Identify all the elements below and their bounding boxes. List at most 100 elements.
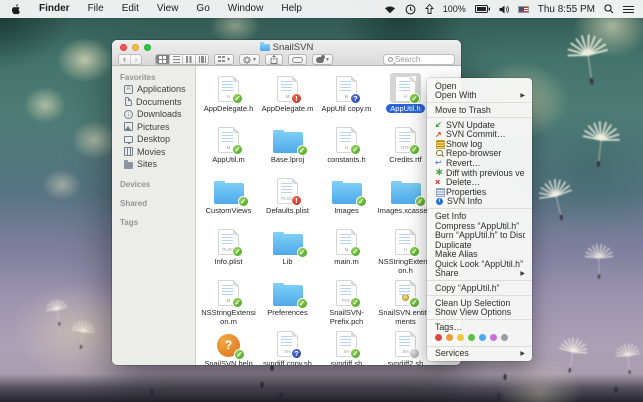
tag-color-dot-5[interactable] <box>490 334 497 341</box>
file-item[interactable]: H✓AppDelegate.h <box>199 73 258 124</box>
menu-bar-item-finder[interactable]: Finder <box>30 0 79 18</box>
volume-icon[interactable] <box>499 5 509 14</box>
file-name: Credits.rtf <box>389 156 422 165</box>
sidebar-item-sites[interactable]: Sites <box>112 158 195 171</box>
file-item[interactable]: ✓Base.lproj <box>258 124 317 175</box>
menu-item-duplicate[interactable]: Duplicate <box>427 240 532 250</box>
file-item[interactable]: M!AppDelegate.m <box>258 73 317 124</box>
submenu-arrow-icon: ▶ <box>520 92 525 99</box>
apple-menu[interactable] <box>9 4 30 15</box>
tag-color-dot-0[interactable] <box>435 334 442 341</box>
wifi-icon[interactable] <box>384 5 396 14</box>
tag-color-dot-4[interactable] <box>479 334 486 341</box>
menu-item-get-info[interactable]: Get Info <box>427 211 532 221</box>
sidebar-item-pictures[interactable]: Pictures <box>112 121 195 134</box>
file-name-text: NSStringExtension.m <box>201 308 256 326</box>
menu-bar-item-edit[interactable]: Edit <box>113 0 148 18</box>
menu-item-svn-commit-[interactable]: ↗SVN Commit… <box>427 129 532 139</box>
file-item[interactable]: M?AppUtil copy.m <box>317 73 376 124</box>
back-button[interactable]: ‹ <box>119 55 130 64</box>
menu-item-show-log[interactable]: Show log <box>427 139 532 149</box>
share-button[interactable] <box>265 54 283 65</box>
tag-color-dot-2[interactable] <box>457 334 464 341</box>
document-icon: PCH✓ <box>336 280 357 306</box>
file-item[interactable]: M✓main.m <box>317 226 376 277</box>
input-source-flag-icon[interactable] <box>518 6 529 13</box>
tag-color-dot-3[interactable] <box>468 334 475 341</box>
file-item[interactable]: PLIST!Defaults.plist <box>258 175 317 226</box>
tag-color-dot-1[interactable] <box>446 334 453 341</box>
file-item[interactable]: ✓Images <box>317 175 376 226</box>
chevron-down-icon: ▾ <box>326 57 329 63</box>
notification-center-icon[interactable] <box>623 5 634 14</box>
file-item[interactable]: ?✓SnailSVN.help <box>199 328 258 365</box>
coverflow-view-button[interactable] <box>195 55 208 64</box>
sidebar-item-desktop[interactable]: Desktop <box>112 133 195 146</box>
arrange-button[interactable]: ▾ <box>214 54 234 65</box>
svn-status-badge-ok: ✓ <box>409 297 420 308</box>
menu-bar-item-view[interactable]: View <box>148 0 188 18</box>
toolbar: ‹ › ▾ ▾ <box>112 53 461 66</box>
file-item[interactable]: ✓CustomViews <box>199 175 258 226</box>
forward-button[interactable]: › <box>130 55 141 64</box>
menu-item-repo-browser[interactable]: Repo-browser <box>427 149 532 159</box>
folder-icon: ✓ <box>273 132 303 153</box>
menu-item-tags-[interactable]: Tags… <box>427 322 532 332</box>
action-button[interactable]: ▾ <box>239 54 260 65</box>
menu-item-properties[interactable]: Properties <box>427 187 532 197</box>
menu-item-open[interactable]: Open <box>427 81 532 91</box>
file-name-text: SnailSVN.entitlements <box>378 308 432 326</box>
sidebar-item-documents[interactable]: Documents <box>112 96 195 109</box>
file-item[interactable]: M✓NSStringExtension.m <box>199 277 258 328</box>
tags-button[interactable] <box>288 54 307 65</box>
menu-bar-item-file[interactable]: File <box>79 0 113 18</box>
movies-icon <box>124 147 133 156</box>
file-name-text: main.m <box>334 257 359 266</box>
menu-extra-icon[interactable] <box>425 4 434 14</box>
spotlight-icon[interactable] <box>604 4 614 14</box>
file-item[interactable]: SH✓svndiff.sh <box>317 328 376 365</box>
file-item[interactable]: PLIST✓Info.plist <box>199 226 258 277</box>
file-icon-wrap: M✓ <box>213 277 244 307</box>
file-item[interactable]: M✓AppUtil.m <box>199 124 258 175</box>
list-view-button[interactable] <box>169 55 182 64</box>
menu-item-move-to-trash[interactable]: Move to Trash <box>427 105 532 115</box>
menu-item-compress-apputil-h-[interactable]: Compress “AppUtil.h” <box>427 221 532 231</box>
menu-bar-clock[interactable]: Thu 8:55 PM <box>538 4 595 15</box>
menu-item-services[interactable]: Services▶ <box>427 349 532 359</box>
menu-item-svn-info[interactable]: iSVN Info <box>427 197 532 207</box>
snailsvn-toolbar-button[interactable]: ▾ <box>312 54 333 65</box>
time-machine-icon[interactable] <box>405 4 416 15</box>
menu-item-share[interactable]: Share▶ <box>427 269 532 279</box>
icon-view-button[interactable] <box>156 55 169 64</box>
sidebar-item-movies[interactable]: Movies <box>112 146 195 159</box>
file-item[interactable]: ✓Preferences <box>258 277 317 328</box>
column-view-button[interactable] <box>182 55 195 64</box>
menu-item-open-with[interactable]: Open With▶ <box>427 91 532 101</box>
menu-item-quick-look-apputil-h-[interactable]: Quick Look “AppUtil.h” <box>427 259 532 269</box>
menu-item-svn-update[interactable]: ↙SVN Update <box>427 120 532 130</box>
menu-item-diff-with-previous-version[interactable]: ∗Diff with previous version <box>427 168 532 178</box>
tag-color-dot-6[interactable] <box>501 334 508 341</box>
menu-item-burn-apputil-h-to-disc-[interactable]: Burn “AppUtil.h” to Disc… <box>427 230 532 240</box>
file-item[interactable]: ✓Lib <box>258 226 317 277</box>
search-field[interactable]: Search <box>383 54 455 65</box>
file-name-text: CustomViews <box>206 206 252 215</box>
column-view-icon <box>186 56 193 63</box>
menu-item-copy-apputil-h-[interactable]: Copy “AppUtil.h” <box>427 283 532 293</box>
file-item[interactable]: PCH✓SnailSVN-Prefix.pch <box>317 277 376 328</box>
menu-bar-item-help[interactable]: Help <box>272 0 311 18</box>
context-menu: OpenOpen With▶ Move to Trash ↙SVN Update↗S… <box>427 78 532 361</box>
file-icon-wrap: PLIST✓ <box>213 226 244 256</box>
menu-item-make-alias[interactable]: Make Alias <box>427 250 532 260</box>
menu-item-delete-[interactable]: ×Delete… <box>427 177 532 187</box>
menu-bar-item-window[interactable]: Window <box>219 0 273 18</box>
menu-item-show-view-options[interactable]: Show View Options <box>427 307 532 317</box>
sidebar-item-downloads[interactable]: Downloads <box>112 108 195 121</box>
sidebar-item-applications[interactable]: Applications <box>112 83 195 96</box>
battery-icon[interactable] <box>475 5 490 13</box>
file-item[interactable]: SH?svndiff copy.sh <box>258 328 317 365</box>
menu-item-clean-up-selection[interactable]: Clean Up Selection <box>427 298 532 308</box>
file-item[interactable]: H✓constants.h <box>317 124 376 175</box>
menu-bar-item-go[interactable]: Go <box>187 0 218 18</box>
